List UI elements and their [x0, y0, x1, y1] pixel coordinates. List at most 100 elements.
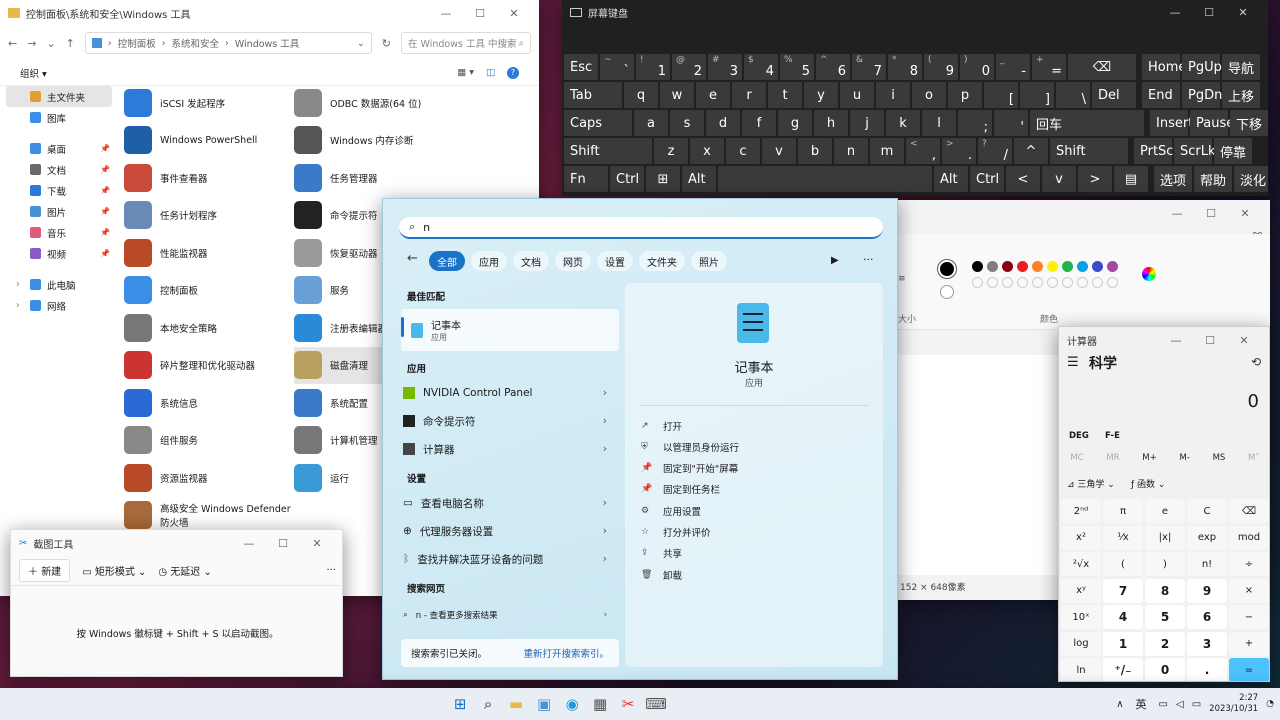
calc-key[interactable]: 8: [1145, 578, 1185, 603]
chevron-right-icon[interactable]: ›: [16, 300, 20, 311]
keyboard-key[interactable]: Fn: [564, 166, 608, 192]
notification-icon[interactable]: ◔: [1266, 699, 1274, 709]
nav-item[interactable]: 主文件夹: [6, 86, 112, 107]
keyboard-key[interactable]: d: [706, 110, 740, 136]
calc-key[interactable]: (: [1103, 552, 1143, 576]
keyboard-key[interactable]: Home: [1142, 54, 1186, 80]
keyboard-key[interactable]: ! 1: [636, 54, 670, 80]
file-item[interactable]: 任务管理器: [294, 159, 494, 197]
keyboard-key[interactable]: x: [690, 138, 724, 164]
chevron-up-icon[interactable]: ∧: [1116, 699, 1123, 710]
search-tab[interactable]: 照片: [691, 251, 727, 271]
keyboard-key[interactable]: PgUp: [1182, 54, 1222, 80]
ime-indicator[interactable]: 英: [1136, 696, 1147, 712]
keyboard-key[interactable]: Insert: [1150, 110, 1193, 136]
file-item[interactable]: 任务计划程序: [124, 197, 294, 235]
keyboard-key[interactable]: w: [660, 82, 694, 108]
keyboard-key[interactable]: 选项: [1154, 166, 1192, 192]
calc-key[interactable]: =: [1229, 658, 1269, 681]
action-item[interactable]: 🗑 卸载: [641, 564, 682, 585]
color-swatch[interactable]: [1092, 277, 1103, 288]
search-app-item[interactable]: NVIDIA Control Panel ›: [403, 379, 621, 407]
keyboard-key[interactable]: \: [1056, 82, 1090, 108]
keyboard-key[interactable]: <: [1006, 166, 1040, 192]
web-search-item[interactable]: ⌕ n - 查看更多搜索结果 ›: [403, 601, 621, 629]
chevron-down-icon[interactable]: ⌄: [46, 37, 55, 50]
maximize-button[interactable]: ☐: [1192, 6, 1226, 19]
calc-key[interactable]: 7: [1103, 578, 1143, 603]
snip-mode-dropdown[interactable]: ▭ 矩形模式 ⌄: [82, 563, 146, 578]
calc-key[interactable]: 0: [1145, 658, 1185, 681]
organize-button[interactable]: 组织 ▾: [20, 66, 47, 80]
keyboard-key[interactable]: ]: [1020, 82, 1054, 108]
calculator-icon[interactable]: ▦: [587, 691, 613, 717]
keyboard-key[interactable]: i: [876, 82, 910, 108]
keyboard-key[interactable]: Ctrl: [610, 166, 644, 192]
nav-item[interactable]: › 此电脑: [0, 274, 118, 295]
minimize-button[interactable]: —: [232, 537, 266, 550]
osk-icon[interactable]: ⌨: [643, 691, 669, 717]
color-swatch[interactable]: [1032, 261, 1043, 272]
calc-key[interactable]: 2ⁿᵈ: [1061, 499, 1101, 523]
volume-icon[interactable]: ◁: [1176, 699, 1184, 710]
keyboard-key[interactable]: >.: [942, 138, 976, 164]
color-swatch[interactable]: [1032, 277, 1043, 288]
keyboard-key[interactable]: & 7: [852, 54, 886, 80]
calc-key[interactable]: 5: [1145, 605, 1185, 629]
keyboard-key[interactable]: b: [798, 138, 832, 164]
file-item[interactable]: 本地安全策略: [124, 309, 294, 347]
keyboard-key[interactable]: $4: [744, 54, 778, 80]
nav-item[interactable]: 图库: [0, 107, 118, 128]
keyboard-key[interactable]: [718, 166, 932, 192]
nav-item[interactable]: 图片 📌: [0, 201, 118, 222]
keyboard-key[interactable]: _ -: [996, 54, 1030, 80]
keyboard-key[interactable]: v: [1042, 166, 1076, 192]
calc-key[interactable]: π: [1103, 499, 1143, 523]
color-swatch[interactable]: [1077, 277, 1088, 288]
calc-key[interactable]: 4: [1103, 605, 1143, 629]
color-swatch[interactable]: [987, 277, 998, 288]
back-icon[interactable]: ←: [407, 251, 418, 266]
calc-key[interactable]: log: [1061, 631, 1101, 656]
calc-key[interactable]: ÷: [1229, 552, 1269, 576]
nav-item[interactable]: 下载 📌: [0, 180, 118, 201]
minimize-button[interactable]: —: [1158, 6, 1192, 19]
keyboard-key[interactable]: v: [762, 138, 796, 164]
file-item[interactable]: Windows 内存诊断: [294, 122, 494, 160]
action-item[interactable]: 📌 固定到"开始"屏幕: [641, 458, 738, 479]
keyboard-key[interactable]: y: [804, 82, 838, 108]
history-icon[interactable]: ⟲: [1251, 355, 1261, 369]
edge-icon[interactable]: ◉: [559, 691, 585, 717]
search-setting-item[interactable]: ᛒ 查找并解决蓝牙设备的问题 ›: [403, 545, 621, 573]
action-item[interactable]: ⛨ 以管理员身份运行: [641, 436, 739, 457]
keyboard-key[interactable]: f: [742, 110, 776, 136]
action-item[interactable]: 📌 固定到任务栏: [641, 479, 720, 500]
close-button[interactable]: ✕: [497, 7, 531, 20]
color-swatch[interactable]: [1002, 261, 1013, 272]
keyboard-key[interactable]: 导航: [1222, 54, 1260, 80]
calc-key[interactable]: ln: [1061, 658, 1101, 681]
file-item[interactable]: iSCSI 发起程序: [124, 84, 294, 122]
keyboard-key[interactable]: Alt: [934, 166, 968, 192]
minimize-button[interactable]: —: [1160, 207, 1194, 220]
close-button[interactable]: ✕: [1228, 207, 1262, 220]
close-button[interactable]: ✕: [1227, 334, 1261, 347]
fe-button[interactable]: F-E: [1105, 431, 1120, 441]
calc-key[interactable]: e: [1145, 499, 1185, 523]
keyboard-key[interactable]: ⌫: [1068, 54, 1136, 80]
color-swatch[interactable]: [1062, 277, 1073, 288]
keyboard-key[interactable]: Alt: [682, 166, 716, 192]
keyboard-key[interactable]: e: [696, 82, 730, 108]
color-swatch[interactable]: [1017, 261, 1028, 272]
keyboard-key[interactable]: 回车: [1030, 110, 1144, 136]
start-button[interactable]: ⊞: [447, 691, 473, 717]
keyboard-key[interactable]: 停靠: [1214, 138, 1252, 164]
color2-selector[interactable]: [940, 285, 954, 299]
minimize-button[interactable]: —: [1159, 334, 1193, 347]
search-tab[interactable]: 应用: [471, 251, 507, 271]
trig-dropdown[interactable]: ⊿ 三角学 ⌄: [1067, 477, 1115, 490]
action-item[interactable]: ⚙ 应用设置: [641, 500, 701, 521]
keyboard-key[interactable]: 上移: [1222, 82, 1260, 108]
breadcrumb-item[interactable]: Windows 工具: [235, 36, 299, 50]
keyboard-key[interactable]: ▤: [1114, 166, 1148, 192]
